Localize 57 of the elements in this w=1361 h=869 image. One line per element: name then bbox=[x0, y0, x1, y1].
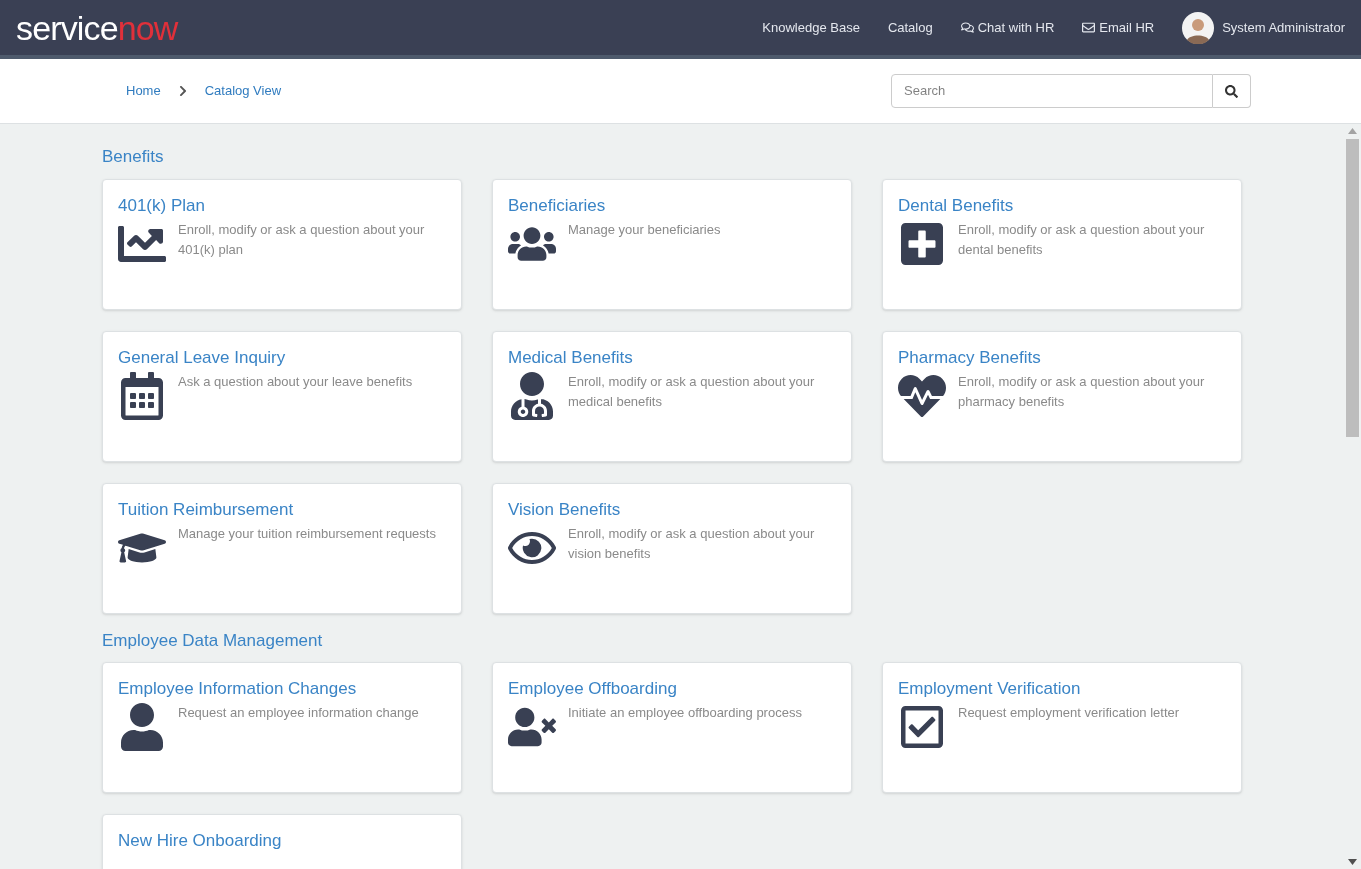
card-title[interactable]: Employee Information Changes bbox=[118, 678, 446, 700]
card-description: Request an employee information change bbox=[178, 704, 420, 723]
section-heading: Benefits bbox=[102, 146, 165, 168]
search-icon bbox=[1225, 84, 1238, 98]
user-menu[interactable]: System Administrator bbox=[1182, 11, 1345, 44]
catalog-card[interactable]: Dental Benefits Enroll, modify or ask a question about your dental benefits bbox=[882, 178, 1242, 310]
doctor-icon bbox=[508, 371, 556, 420]
card-title[interactable]: Pharmacy Benefits bbox=[898, 346, 1226, 368]
card-description: Enroll, modify or ask a question about your vision benefits bbox=[568, 524, 816, 563]
scrollbar-thumb[interactable] bbox=[1346, 139, 1359, 437]
avatar bbox=[1182, 11, 1215, 44]
card-title[interactable]: General Leave Inquiry bbox=[118, 346, 446, 368]
catalog-card[interactable]: Tuition Reimbursement Manage your tuition reimbursement requests bbox=[102, 482, 462, 614]
card-title[interactable]: Employee Offboarding bbox=[508, 678, 836, 700]
card-description: Manage your beneficiaries bbox=[568, 220, 722, 239]
nav-link[interactable]: Chat with HR bbox=[960, 17, 1055, 38]
chat-icon bbox=[960, 21, 974, 34]
catalog-card[interactable]: 401(k) Plan Enroll, modify or ask a question about your 401(k) plan bbox=[102, 178, 462, 310]
catalog-card[interactable]: Employee Offboarding Initiate an employee offboarding process bbox=[492, 662, 852, 793]
catalog-card[interactable]: Employee Information Changes Request an employee information change bbox=[102, 662, 462, 793]
card-description: Enroll, modify or ask a question about your pharmacy benefits bbox=[958, 372, 1206, 411]
catalog-card[interactable]: Medical Benefits Enroll, modify or ask a question about your medical benefits bbox=[492, 330, 852, 462]
catalog-card[interactable]: New Hire Onboarding bbox=[102, 814, 462, 869]
scroll-up-icon bbox=[1348, 128, 1357, 134]
nav-link[interactable]: Knowledge Base bbox=[762, 17, 860, 38]
card-description: Ask a question about your leave benefits bbox=[178, 372, 414, 391]
calendar-icon bbox=[118, 371, 166, 420]
card-description: Manage your tuition reimbursement requests bbox=[178, 524, 437, 543]
card-title[interactable]: Tuition Reimbursement bbox=[118, 498, 446, 520]
card-title[interactable]: Beneficiaries bbox=[508, 194, 836, 216]
card-title[interactable]: Vision Benefits bbox=[508, 498, 836, 520]
card-title[interactable]: Medical Benefits bbox=[508, 346, 836, 368]
nav-link[interactable]: Email HR bbox=[1082, 17, 1155, 38]
search-button[interactable] bbox=[1213, 74, 1251, 108]
envelope-icon bbox=[1082, 21, 1096, 34]
catalog-card[interactable]: Pharmacy Benefits Enroll, modify or ask a question about your pharmacy benefits bbox=[882, 330, 1242, 462]
catalog-card[interactable]: General Leave Inquiry Ask a question about your leave benefits bbox=[102, 330, 462, 462]
card-description: Initiate an employee offboarding process bbox=[568, 704, 803, 723]
logo[interactable]: servicenow bbox=[16, 10, 178, 45]
card-description: Request employment verification letter bbox=[958, 704, 1181, 723]
breadcrumb-link[interactable]: Catalog View bbox=[204, 81, 282, 101]
catalog-card[interactable]: Employment Verification Request employment verification letter bbox=[882, 662, 1242, 793]
card-title[interactable]: Employment Verification bbox=[898, 678, 1226, 700]
card-title[interactable]: Dental Benefits bbox=[898, 194, 1226, 216]
section-heading: Employee Data Management bbox=[102, 629, 324, 652]
breadcrumb-link[interactable]: Home bbox=[126, 81, 161, 101]
card-description: Enroll, modify or ask a question about your 401(k) plan bbox=[178, 220, 426, 259]
catalog-card[interactable]: Vision Benefits Enroll, modify or ask a question about your vision benefits bbox=[492, 482, 852, 614]
scroll-down-icon bbox=[1348, 859, 1357, 865]
card-description: Enroll, modify or ask a question about your dental benefits bbox=[958, 220, 1206, 259]
user-icon bbox=[118, 703, 166, 752]
catalog-card[interactable]: Beneficiaries Manage your beneficiaries bbox=[492, 178, 852, 310]
card-title[interactable]: New Hire Onboarding bbox=[118, 830, 446, 852]
nav-link[interactable]: Catalog bbox=[887, 17, 933, 38]
search-field[interactable]: Search bbox=[891, 74, 1213, 108]
card-description: Enroll, modify or ask a question about your medical benefits bbox=[568, 372, 816, 411]
card-title[interactable]: 401(k) Plan bbox=[118, 194, 446, 216]
